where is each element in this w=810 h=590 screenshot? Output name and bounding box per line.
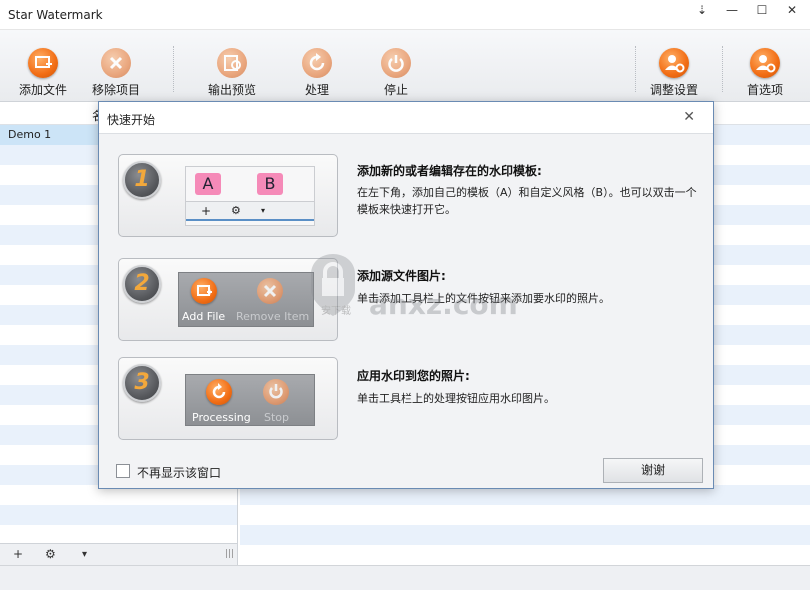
gear-icon: ⚙ (231, 204, 241, 217)
illustration-toolbar: + ⚙ ▾ (186, 201, 314, 221)
step-1-card: 1 A B + ⚙ ▾ (118, 154, 338, 237)
pin-icon[interactable]: ⇣ (688, 0, 716, 22)
dialog-close-button[interactable]: ✕ (683, 109, 695, 125)
step-3-heading: 应用水印到您的照片: (357, 369, 470, 383)
dont-show-label[interactable]: 不再显示该窗口 (137, 464, 221, 481)
add-file-icon (28, 48, 58, 78)
template-list-toolbar: + ⚙ ▾ ||| (0, 543, 238, 565)
title-bar: Star Watermark ⇣ — ☐ ✕ (0, 0, 810, 30)
dialog-title-bar: 快速开始 ✕ (99, 102, 713, 134)
window-title: Star Watermark (8, 8, 103, 22)
step-1-illustration: A B + ⚙ ▾ (185, 166, 315, 226)
step-2-card: 2 Add File Remove Item (118, 258, 338, 341)
add-file-label: 添加文件 (18, 83, 67, 97)
add-file-button[interactable]: 添加文件 (3, 48, 83, 98)
add-file-label: Add File (182, 310, 226, 323)
status-bar (0, 565, 810, 590)
stop-button[interactable]: 停止 (356, 48, 436, 98)
toolbar-separator (722, 46, 723, 92)
refresh-icon (206, 379, 232, 405)
preferences-button[interactable]: 首选项 (725, 48, 805, 98)
remove-icon (257, 278, 283, 304)
dialog-title: 快速开始 (107, 113, 156, 127)
add-template-button[interactable]: + (13, 547, 23, 561)
step-3-illustration: Processing Stop (185, 374, 315, 426)
gear-icon[interactable]: ⚙ (45, 547, 56, 561)
output-preview-button[interactable]: 输出预览 (192, 48, 272, 98)
marker-b: B (257, 173, 283, 195)
step-number: 3 (123, 364, 161, 402)
step-1-heading: 添加新的或者编辑存在的水印模板: (357, 164, 542, 178)
add-file-icon (191, 278, 217, 304)
step-2-heading: 添加源文件图片: (357, 269, 446, 283)
main-toolbar: 添加文件 移除项目 输出预览 处理 停止 调整设置 首选项 (0, 30, 810, 102)
process-label: 处理 (304, 83, 329, 97)
power-icon (263, 379, 289, 405)
dont-show-checkbox[interactable] (116, 464, 130, 478)
remove-icon (101, 48, 131, 78)
empty-row (0, 525, 237, 545)
preview-icon (217, 48, 247, 78)
remove-item-label: Remove Item (236, 310, 310, 323)
refresh-icon (302, 48, 332, 78)
settings-user-icon (659, 48, 689, 78)
maximize-button[interactable]: ☐ (748, 0, 776, 22)
plus-icon: + (201, 204, 212, 218)
minimize-button[interactable]: — (718, 0, 746, 22)
step-2-text: 单击添加工具栏上的文件按钮来添加要水印的照片。 (357, 292, 610, 305)
step-number: 2 (123, 265, 161, 303)
chevron-down-icon: ▾ (261, 206, 266, 215)
preferences-label: 首选项 (746, 83, 783, 97)
step-3-text: 单击工具栏上的处理按钮应用水印图片。 (357, 392, 555, 405)
adjust-settings-button[interactable]: 调整设置 (634, 48, 714, 98)
step-3-card: 3 Processing Stop (118, 357, 338, 440)
adjust-settings-label: 调整设置 (649, 83, 698, 97)
step-number: 1 (123, 161, 161, 199)
empty-row (240, 525, 810, 545)
empty-row (240, 505, 810, 525)
process-button[interactable]: 处理 (277, 48, 357, 98)
toolbar-separator (173, 46, 174, 92)
remove-item-button[interactable]: 移除项目 (76, 48, 156, 98)
remove-item-label: 移除项目 (91, 83, 140, 97)
power-icon (381, 48, 411, 78)
quick-start-dialog: 快速开始 ✕ 1 A B + ⚙ ▾ 添加新的或者编辑存在的水印模板: 在左下角… (98, 101, 714, 489)
close-button[interactable]: ✕ (778, 0, 806, 22)
resize-grip-icon[interactable]: ||| (225, 549, 234, 559)
chevron-down-icon[interactable]: ▾ (82, 549, 87, 560)
processing-label: Processing (192, 411, 251, 424)
marker-a: A (195, 173, 221, 195)
thanks-button[interactable]: 谢谢 (603, 458, 703, 483)
output-preview-label: 输出预览 (207, 83, 256, 97)
stop-label: 停止 (383, 83, 408, 97)
dialog-footer: 不再显示该窗口 谢谢 (99, 452, 713, 488)
preferences-icon (750, 48, 780, 78)
empty-row (0, 505, 237, 525)
step-2-illustration: Add File Remove Item (178, 272, 314, 327)
step-1-text: 在左下角，添加自己的模板（A）和自定义风格（B）。也可以双击一个模板来快速打开它… (357, 186, 697, 216)
stop-label: Stop (264, 411, 290, 424)
